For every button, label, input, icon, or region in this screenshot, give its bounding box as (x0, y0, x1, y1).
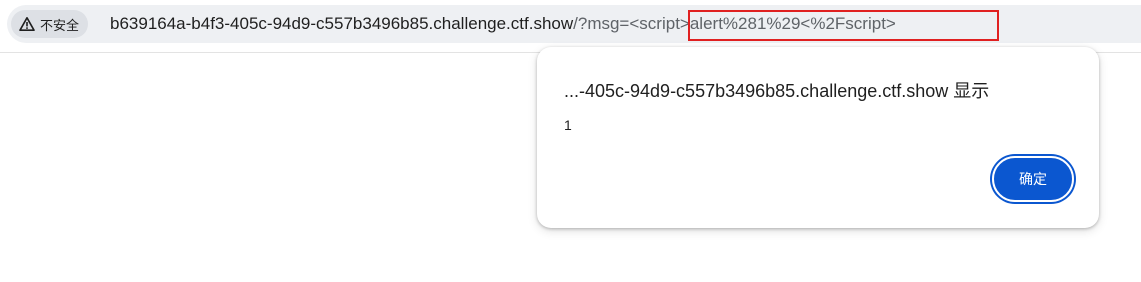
browser-toolbar: 不安全 b639164a-b4f3-405c-94d9-c557b3496b85… (0, 0, 1141, 53)
dialog-title: ...-405c-94d9-c557b3496b85.challenge.ctf… (564, 81, 990, 101)
security-label: 不安全 (40, 18, 80, 34)
ok-button[interactable]: 确定 (992, 156, 1074, 202)
alert-dialog: ...-405c-94d9-c557b3496b85.challenge.ctf… (537, 47, 1099, 228)
dialog-message: 1 (564, 117, 572, 133)
url-path: /?msg= (573, 14, 630, 33)
warning-triangle-icon (19, 17, 35, 31)
payload-highlight-box (688, 10, 999, 41)
security-indicator[interactable]: 不安全 (11, 10, 89, 38)
url-host: b639164a-b4f3-405c-94d9-c557b3496b85.cha… (110, 14, 574, 33)
